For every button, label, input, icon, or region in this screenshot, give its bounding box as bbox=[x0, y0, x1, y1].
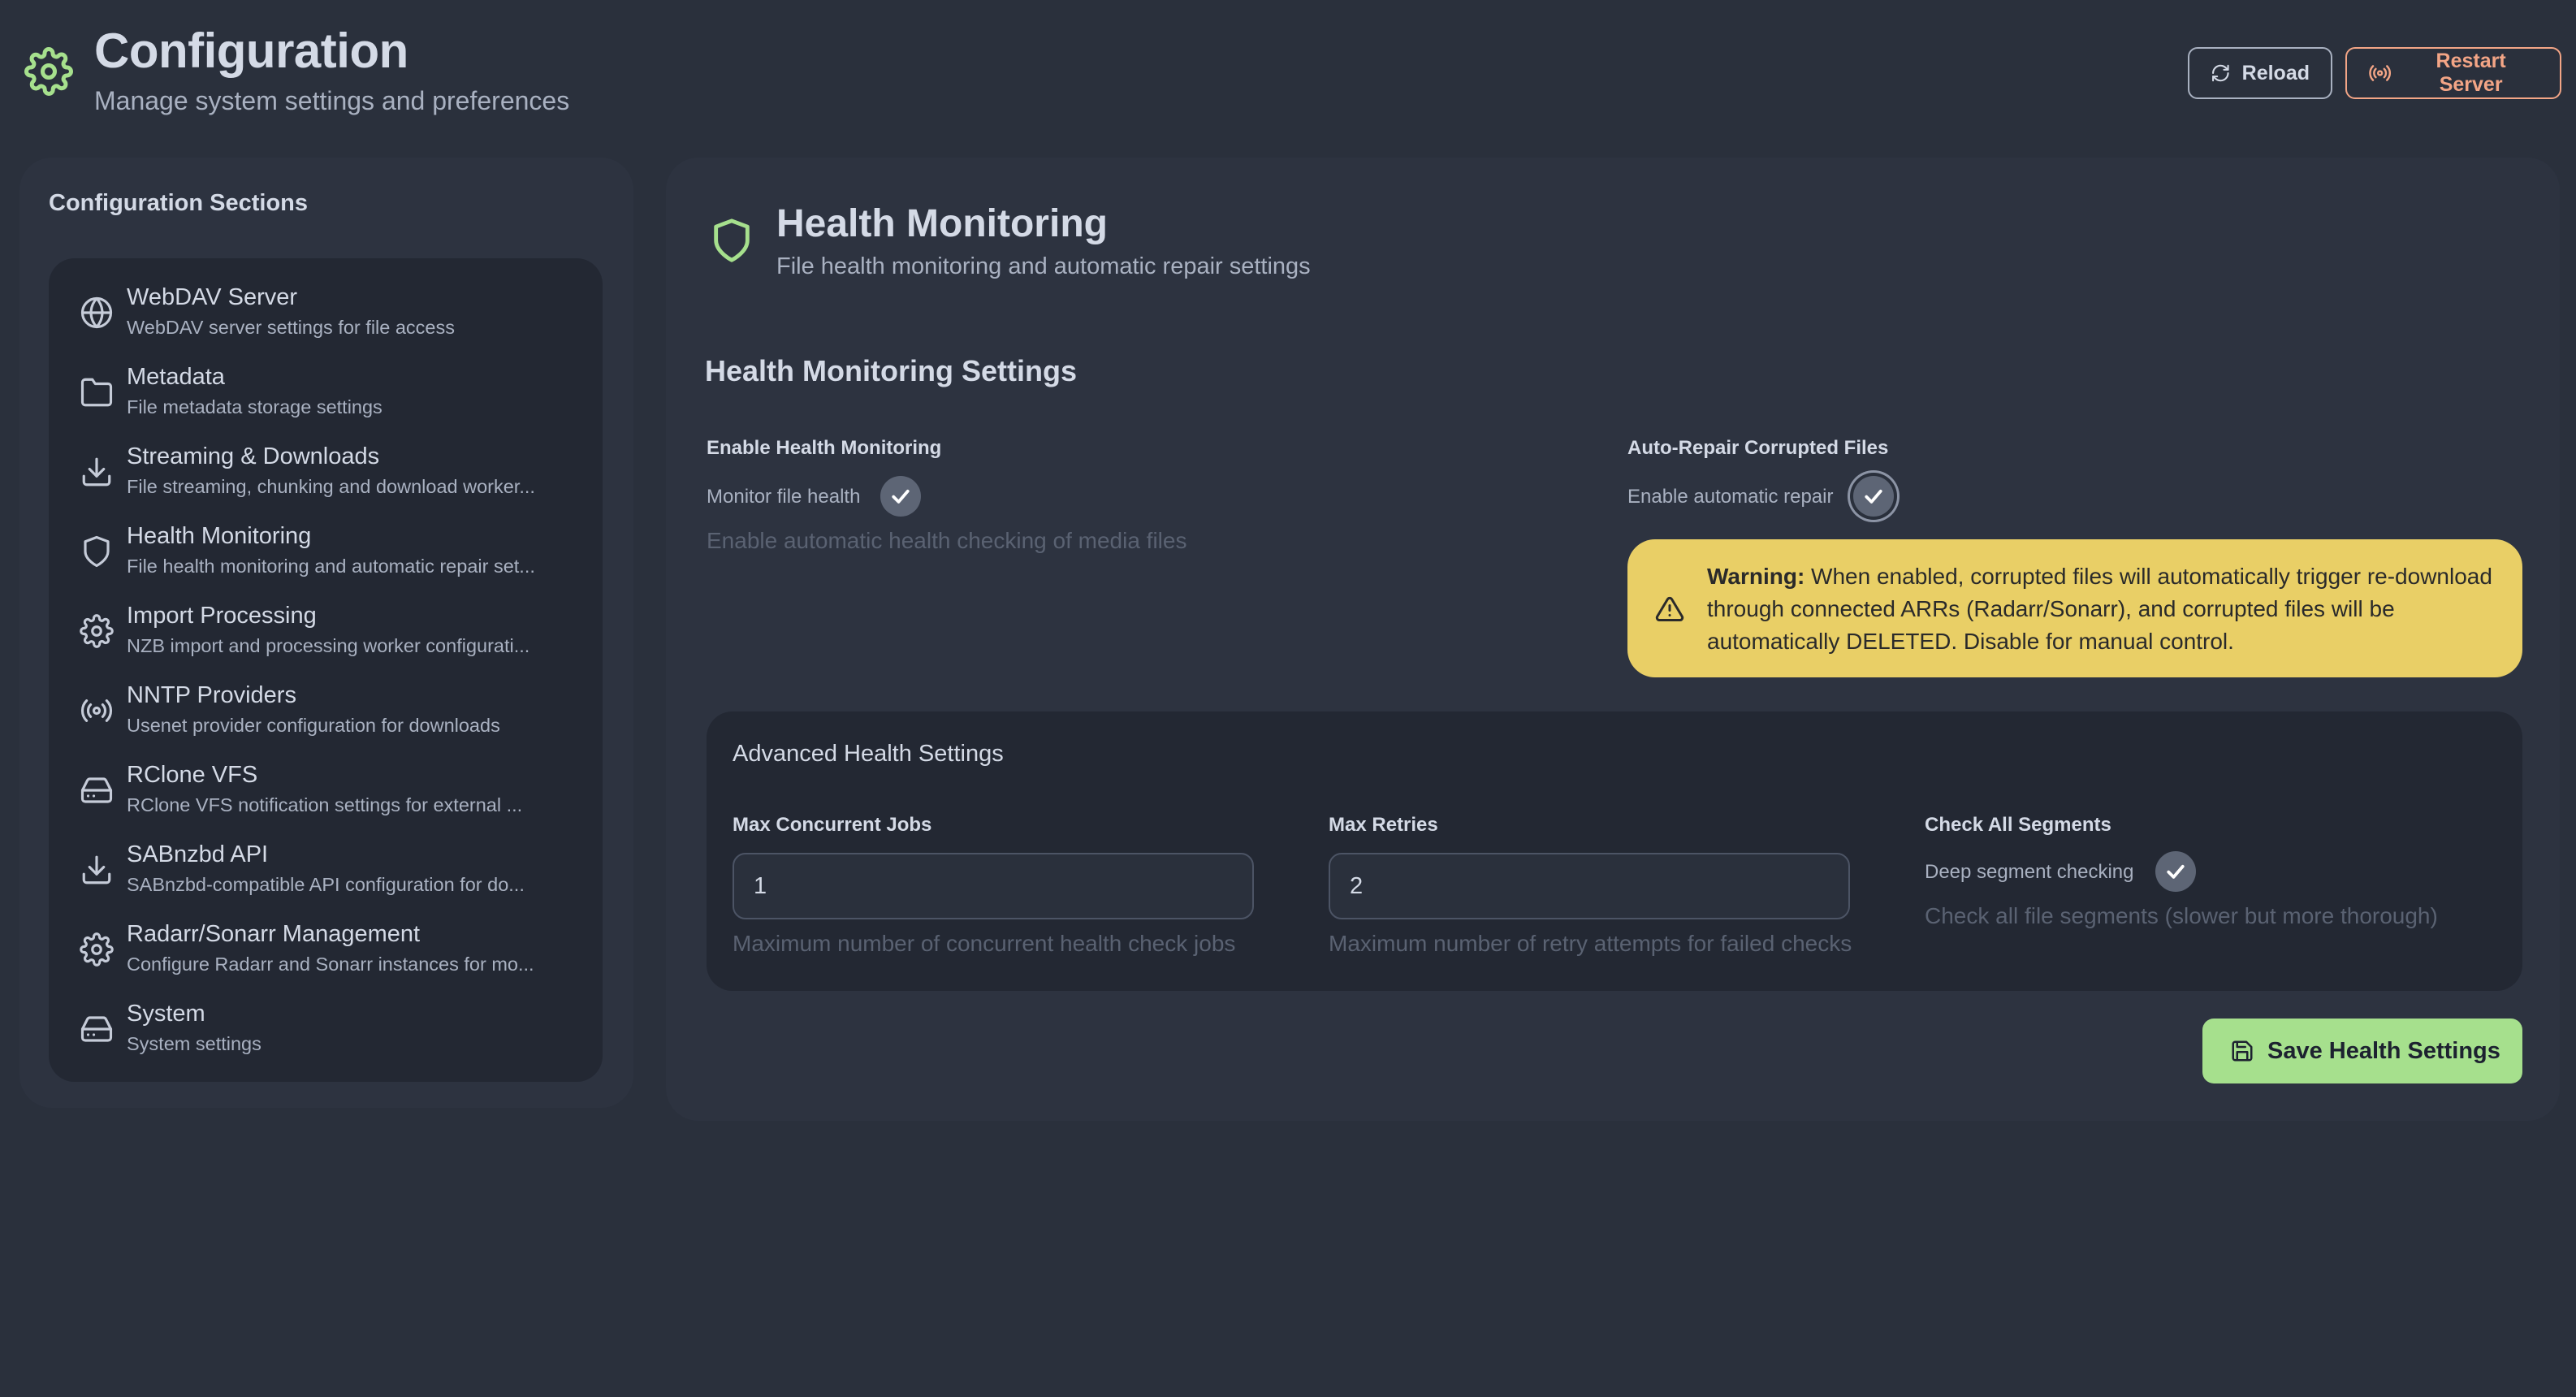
restart-label: Restart Server bbox=[2436, 50, 2506, 96]
broadcast-icon bbox=[2369, 65, 2391, 81]
max-retries-input[interactable] bbox=[1329, 853, 1850, 919]
page-header: Configuration Manage system settings and… bbox=[0, 0, 2576, 122]
sidebar-item-streaming-downloads[interactable]: Streaming & Downloads File streaming, ch… bbox=[49, 435, 603, 512]
gear-icon bbox=[24, 47, 73, 96]
download-icon bbox=[82, 855, 111, 884]
settings-heading: Health Monitoring Settings bbox=[705, 354, 1077, 387]
folder-icon bbox=[80, 378, 113, 407]
max-jobs-help: Maximum number of concurrent health chec… bbox=[733, 931, 1236, 956]
sidebar-item-health-monitoring[interactable]: Health Monitoring File health monitoring… bbox=[49, 515, 603, 591]
sidebar-item-label: Streaming & Downloads bbox=[127, 443, 380, 469]
sidebar-item-desc: WebDAV server settings for file access bbox=[127, 317, 455, 338]
hard-drive-icon bbox=[80, 777, 113, 803]
max-jobs-label: Max Concurrent Jobs bbox=[733, 814, 932, 836]
enable-monitoring-checkbox[interactable] bbox=[880, 476, 921, 517]
sidebar-title: Configuration Sections bbox=[49, 190, 308, 216]
broadcast-icon bbox=[80, 699, 113, 722]
warning-message: Warning: When enabled, corrupted files w… bbox=[1707, 560, 2503, 658]
sidebar-item-desc: File metadata storage settings bbox=[127, 396, 383, 417]
check-icon bbox=[892, 489, 910, 504]
sidebar-item-label: SABnzbd API bbox=[127, 841, 269, 867]
sidebar-item-desc: Configure Radarr and Sonarr instances fo… bbox=[127, 954, 534, 975]
reload-button[interactable]: Reload bbox=[2188, 47, 2332, 99]
sidebar-item-radarr-sonarr[interactable]: Radarr/Sonarr Management Configure Radar… bbox=[49, 913, 603, 989]
sidebar-item-desc: RClone VFS notification settings for ext… bbox=[127, 794, 523, 815]
sidebar-item-label: Metadata bbox=[127, 364, 225, 390]
max-concurrent-jobs-input[interactable] bbox=[733, 853, 1254, 919]
warning-title: Warning: bbox=[1707, 564, 1805, 589]
auto-repair-label: Auto-Repair Corrupted Files bbox=[1627, 437, 1889, 459]
sidebar-item-rclone-vfs[interactable]: RClone VFS RClone VFS notification setti… bbox=[49, 754, 603, 830]
max-retries-help: Maximum number of retry attempts for fai… bbox=[1329, 931, 1852, 956]
sidebar-item-label: Import Processing bbox=[127, 603, 317, 629]
enable-monitoring-help: Enable automatic health checking of medi… bbox=[707, 528, 1187, 553]
download-icon bbox=[82, 457, 111, 487]
shield-icon bbox=[84, 535, 110, 568]
sidebar-item-sabnzbd-api[interactable]: SABnzbd API SABnzbd-compatible API confi… bbox=[49, 833, 603, 910]
sidebar-item-desc: NZB import and processing worker configu… bbox=[127, 635, 530, 656]
page-subtitle: Manage system settings and preferences bbox=[94, 86, 570, 115]
shield-icon bbox=[714, 218, 750, 262]
save-label: Save Health Settings bbox=[2267, 1037, 2500, 1064]
sidebar-item-label: WebDAV Server bbox=[127, 284, 298, 310]
section-subtitle: File health monitoring and automatic rep… bbox=[776, 253, 1311, 279]
check-all-segments-label: Check All Segments bbox=[1925, 814, 2111, 836]
max-retries-label: Max Retries bbox=[1329, 814, 1438, 836]
sidebar-item-label: System bbox=[127, 1001, 205, 1027]
gear-icon bbox=[80, 614, 114, 648]
sidebar-item-label: RClone VFS bbox=[127, 762, 258, 788]
check-all-segments-checkbox[interactable] bbox=[2155, 851, 2196, 892]
gear-icon bbox=[80, 932, 114, 967]
section-title: Health Monitoring bbox=[776, 202, 1108, 245]
refresh-icon bbox=[2212, 64, 2229, 82]
sidebar-item-desc: File health monitoring and automatic rep… bbox=[127, 556, 535, 577]
warning-body: When enabled, corrupted files will autom… bbox=[1707, 564, 2492, 654]
check-icon bbox=[1865, 489, 1882, 504]
sidebar-item-import-processing[interactable]: Import Processing NZB import and process… bbox=[49, 595, 603, 671]
save-icon bbox=[2232, 1040, 2253, 1062]
hard-drive-icon bbox=[80, 1016, 113, 1042]
save-health-settings-button[interactable]: Save Health Settings bbox=[2202, 1019, 2522, 1083]
restart-server-button[interactable]: Restart Server bbox=[2345, 47, 2561, 99]
sidebar-item-nntp-providers[interactable]: NNTP Providers Usenet provider configura… bbox=[49, 674, 603, 750]
sidebar-item-metadata[interactable]: Metadata File metadata storage settings bbox=[49, 356, 603, 432]
sidebar-item-system[interactable]: System System settings bbox=[49, 993, 603, 1069]
advanced-settings-title: Advanced Health Settings bbox=[733, 741, 1004, 767]
sidebar-item-desc: SABnzbd-compatible API configuration for… bbox=[127, 874, 525, 895]
sidebar-item-webdav-server[interactable]: WebDAV Server WebDAV server settings for… bbox=[49, 276, 603, 352]
auto-repair-checkbox[interactable] bbox=[1853, 476, 1894, 517]
monitor-file-health-text: Monitor file health bbox=[707, 486, 861, 508]
warning-triangle-icon bbox=[1655, 596, 1684, 621]
sidebar-item-label: Radarr/Sonarr Management bbox=[127, 921, 421, 947]
sidebar-item-label: NNTP Providers bbox=[127, 682, 296, 708]
check-all-segments-help: Check all file segments (slower but more… bbox=[1925, 903, 2438, 928]
reload-label: Reload bbox=[2241, 61, 2310, 84]
deep-segment-checking-text: Deep segment checking bbox=[1925, 861, 2134, 883]
section-nav: WebDAV Server WebDAV server settings for… bbox=[49, 258, 603, 1082]
enable-auto-repair-text: Enable automatic repair bbox=[1627, 486, 1834, 508]
page-title: Configuration bbox=[94, 24, 408, 78]
sidebar-item-label: Health Monitoring bbox=[127, 523, 312, 549]
sidebar-item-desc: File streaming, chunking and download wo… bbox=[127, 476, 535, 497]
check-icon bbox=[2167, 864, 2185, 879]
sidebar-item-desc: Usenet provider configuration for downlo… bbox=[127, 715, 500, 736]
enable-monitoring-label: Enable Health Monitoring bbox=[707, 437, 942, 459]
auto-repair-warning: Warning: When enabled, corrupted files w… bbox=[1627, 539, 2522, 677]
sidebar-item-desc: System settings bbox=[127, 1033, 261, 1054]
globe-icon bbox=[80, 296, 113, 329]
